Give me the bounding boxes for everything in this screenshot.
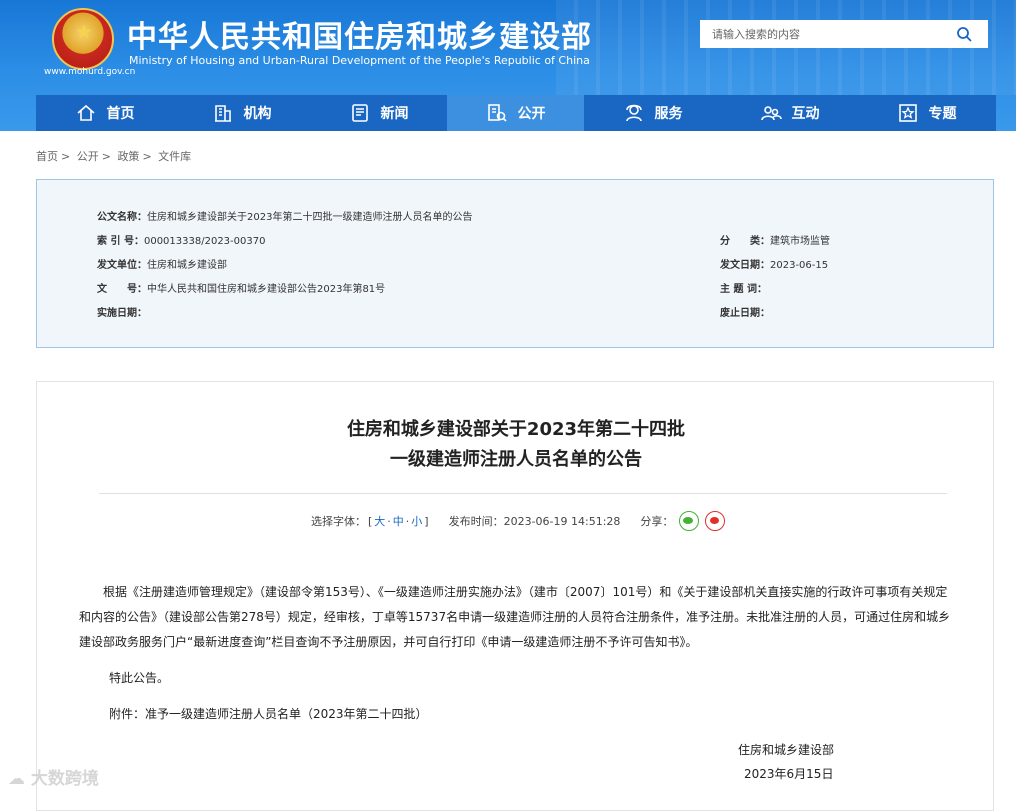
breadcrumb-home[interactable]: 首页 (36, 150, 58, 163)
site-url: www.mohurd.gov.cn (44, 67, 136, 77)
publish-time: 2023-06-19 14:51:28 (503, 514, 621, 528)
search-input[interactable] (700, 20, 940, 48)
meta-index: 索 引 号：000013338/2023-00370 (97, 232, 265, 247)
disclosure-icon (487, 104, 507, 122)
meta-key: 索 引 号： (97, 236, 144, 247)
nav-label: 首页 (106, 106, 135, 122)
breadcrumb-disclosure[interactable]: 公开 (77, 150, 99, 163)
breadcrumb-separator: > (61, 150, 71, 163)
meta-value: 2023-06-15 (770, 260, 829, 271)
meta-key: 发文单位： (97, 260, 147, 271)
breadcrumb: 首页 > 公开 > 政策 > 文件库 (36, 148, 194, 164)
meta-key: 主 题 词： (720, 284, 767, 295)
nav-item-topics[interactable]: 专题 (858, 95, 995, 131)
meta-effective-date: 实施日期： (97, 304, 147, 319)
meta-doc-number: 文 号：中华人民共和国住房和城乡建设部公告2023年第81号 (97, 280, 385, 295)
signature-issuer: 住房和城乡建设部 (738, 743, 835, 757)
meta-expiry-date: 废止日期： (720, 304, 770, 319)
nav-item-interaction[interactable]: 互动 (721, 95, 858, 131)
nav-item-news[interactable]: 新闻 (310, 95, 447, 131)
nav-item-organization[interactable]: 机构 (173, 95, 310, 131)
font-bracket-open: [ (368, 514, 373, 528)
home-icon (76, 104, 95, 121)
meta-value: 住房和城乡建设部关于2023年第二十四批一级建造师注册人员名单的公告 (147, 212, 473, 223)
watermark-text: 大数跨境 (30, 769, 99, 789)
breadcrumb-policy[interactable]: 政策 (117, 150, 139, 163)
meta-value: 000013338/2023-00370 (143, 236, 266, 247)
meta-value: 中华人民共和国住房和城乡建设部公告2023年第81号 (147, 284, 386, 295)
star-icon (898, 104, 917, 122)
nav-label: 公开 (517, 106, 546, 122)
font-large-link[interactable]: 大 (374, 513, 385, 529)
breadcrumb-library[interactable]: 文件库 (158, 150, 191, 163)
font-small-link[interactable]: 小 (411, 513, 422, 529)
search-button[interactable] (940, 20, 988, 48)
service-icon (625, 104, 642, 122)
site-header: www.mohurd.gov.cn 中华人民共和国住房和城乡建设部 Minist… (0, 0, 1016, 131)
title-divider (99, 493, 947, 494)
wechat-share-icon[interactable] (679, 511, 700, 531)
article-body-paragraph: 根据《注册建造师管理规定》（建设部令第153号）、《一级建造师注册实施办法》（建… (79, 585, 951, 649)
nav-item-disclosure[interactable]: 公开 (447, 95, 584, 131)
search-icon (957, 27, 972, 42)
meta-key: 文 号： (97, 284, 147, 295)
meta-key: 发文日期： (720, 260, 770, 271)
article-notice: 特此公告。 (109, 671, 170, 685)
font-size-label: 选择字体： (311, 515, 366, 528)
attachment-link[interactable]: 附件：准予一级建造师注册人员名单（2023年第二十四批） (109, 705, 428, 722)
share-label: 分享： (640, 515, 674, 528)
interaction-icon (760, 106, 782, 121)
signature-date: 2023年6月15日 (744, 767, 834, 781)
national-emblem-icon[interactable] (52, 8, 114, 70)
nav-label: 互动 (791, 106, 820, 122)
nav-label: 服务 (654, 106, 683, 122)
watermark-icon: ☁ (8, 769, 31, 789)
nav-label: 机构 (243, 106, 272, 122)
font-separator: · (405, 514, 410, 528)
site-title-english: Ministry of Housing and Urban-Rural Deve… (129, 54, 590, 67)
article-title-line-1: 住房和城乡建设部关于2023年第二十四批 (346, 419, 686, 440)
meta-subject: 主 题 词： (720, 280, 767, 295)
site-title[interactable]: 中华人民共和国住房和城乡建设部 (127, 12, 592, 56)
article-toolbar: 选择字体： [ 大 · 中 · 小 ] 发布时间： 2023-06-19 14:… (311, 511, 726, 531)
news-icon (351, 104, 368, 122)
meta-issue-date: 发文日期：2023-06-15 (720, 256, 828, 271)
nav-item-service[interactable]: 服务 (584, 95, 721, 131)
search-bar (700, 20, 988, 48)
article: 住房和城乡建设部关于2023年第二十四批 一级建造师注册人员名单的公告 选择字体… (36, 381, 994, 811)
building-icon (214, 105, 231, 122)
weibo-share-icon[interactable] (705, 511, 726, 531)
meta-key: 分 类： (720, 236, 770, 247)
publish-time-label: 发布时间： (448, 515, 504, 528)
meta-issuer: 发文单位：住房和城乡建设部 (97, 256, 227, 271)
nav-label: 新闻 (380, 106, 409, 122)
meta-value: 住房和城乡建设部 (147, 260, 227, 271)
breadcrumb-separator: > (142, 150, 152, 163)
meta-category: 分 类：建筑市场监管 (720, 232, 830, 247)
meta-key: 公文名称： (97, 212, 147, 223)
font-separator: · (387, 514, 391, 528)
document-metadata: 公文名称：住房和城乡建设部关于2023年第二十四批一级建造师注册人员名单的公告 … (36, 179, 994, 348)
article-title-line-2: 一级建造师注册人员名单的公告 (390, 449, 642, 470)
font-bracket-close: ] (424, 514, 429, 528)
meta-key: 废止日期： (720, 308, 770, 319)
meta-value: 建筑市场监管 (770, 236, 830, 247)
font-medium-link[interactable]: 中 (393, 513, 404, 529)
nav-label: 专题 (928, 106, 957, 122)
breadcrumb-separator: > (101, 150, 111, 163)
meta-key: 实施日期： (97, 308, 147, 319)
nav-item-home[interactable]: 首页 (36, 95, 173, 131)
meta-doc-name: 公文名称：住房和城乡建设部关于2023年第二十四批一级建造师注册人员名单的公告 (97, 208, 472, 223)
watermark-logo: ☁ 大数跨境 (8, 764, 99, 789)
main-nav: 首页 机构 新闻 公开 服务 互动 专题 (36, 95, 996, 131)
